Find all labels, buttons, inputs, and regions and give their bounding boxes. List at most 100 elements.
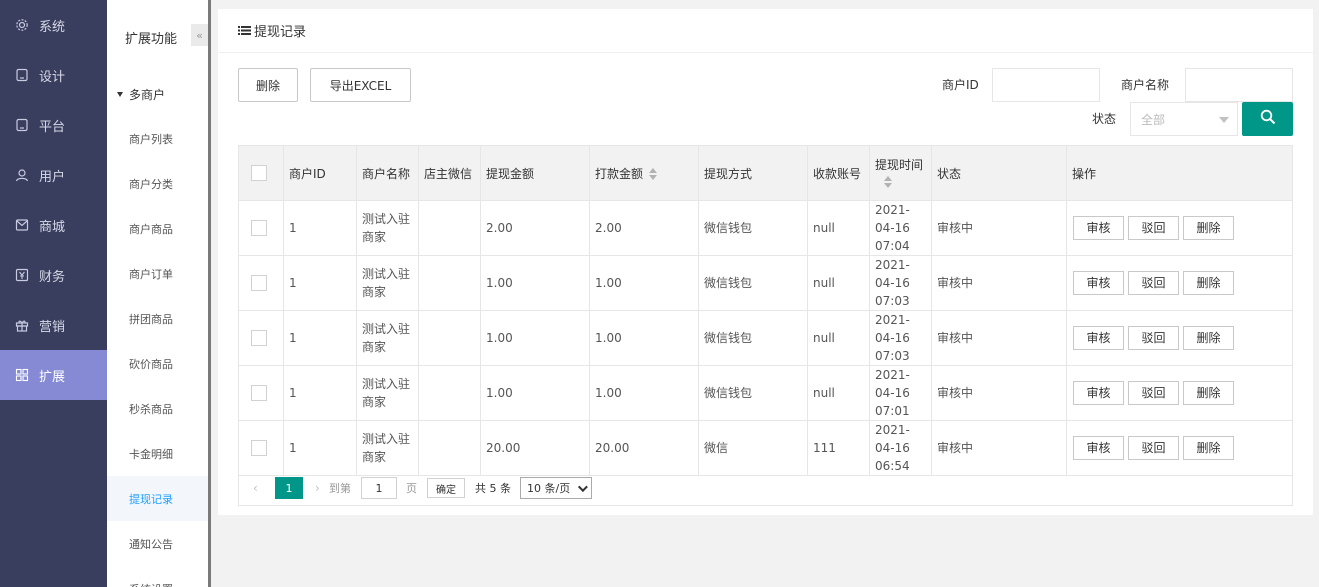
sidebar-item-extend[interactable]: 扩展: [0, 350, 107, 400]
row-checkbox[interactable]: [251, 220, 267, 236]
table-row: 1 测试入驻商家 20.00 20.00 微信 111 2021-04-16 0…: [238, 420, 1293, 476]
subnav-item-merchant-orders[interactable]: 商户订单: [107, 251, 208, 296]
sidebar-item-user[interactable]: 用户: [0, 150, 107, 200]
cell-paid-amount: 1.00: [589, 365, 699, 421]
merchant-name-input[interactable]: [1185, 68, 1293, 102]
cell-status: 审核中: [931, 255, 1067, 311]
cell-withdraw-time: 2021-04-16 07:01: [869, 365, 932, 421]
delete-button[interactable]: 删除: [238, 68, 298, 102]
cell-merchant-id: 1: [283, 365, 357, 421]
row-checkbox[interactable]: [251, 440, 267, 456]
row-checkbox-cell: [238, 420, 284, 476]
cell-withdraw-method: 微信钱包: [698, 365, 808, 421]
sidebar-item-system[interactable]: 系统: [0, 0, 107, 50]
chevron-right-icon[interactable]: ›: [315, 481, 329, 495]
subnav-item-group-buy[interactable]: 拼团商品: [107, 296, 208, 341]
approve-button[interactable]: 审核: [1073, 381, 1124, 405]
header-status: 状态: [931, 145, 1067, 201]
table-header-row: 商户ID 商户名称 店主微信 提现金额 打款金额 提现方式 收款账号 提现时间 …: [238, 145, 1293, 201]
search-button[interactable]: [1242, 102, 1293, 136]
subnav-item-flash-sale[interactable]: 秒杀商品: [107, 386, 208, 431]
sidebar-item-label: 用户: [39, 169, 66, 185]
chevron-left-icon[interactable]: ‹: [253, 481, 267, 495]
row-checkbox-cell: [238, 200, 284, 256]
subnav-item-merchant-goods[interactable]: 商户商品: [107, 206, 208, 251]
reject-button[interactable]: 驳回: [1128, 271, 1179, 295]
cell-withdraw-amount: 1.00: [480, 255, 590, 311]
cell-paid-amount: 20.00: [589, 420, 699, 476]
table-row: 1 测试入驻商家 2.00 2.00 微信钱包 null 2021-04-16 …: [238, 200, 1293, 256]
page-size-select[interactable]: 10 条/页: [520, 477, 593, 499]
header-actions: 操作: [1066, 145, 1293, 201]
merchant-name-label: 商户名称: [1121, 78, 1170, 92]
page-current[interactable]: 1: [275, 477, 303, 499]
subnav-group-multi-merchant[interactable]: 多商户: [117, 86, 165, 103]
search-icon: [1260, 109, 1276, 129]
row-checkbox[interactable]: [251, 385, 267, 401]
subnav-item-notice[interactable]: 通知公告: [107, 521, 208, 566]
approve-button[interactable]: 审核: [1073, 326, 1124, 350]
row-checkbox[interactable]: [251, 275, 267, 291]
header-withdraw-amount: 提现金额: [480, 145, 590, 201]
reject-button[interactable]: 驳回: [1128, 436, 1179, 460]
table-row: 1 测试入驻商家 1.00 1.00 微信钱包 null 2021-04-16 …: [238, 255, 1293, 311]
cell-withdraw-time: 2021-04-16 07:04: [869, 200, 932, 256]
row-delete-button[interactable]: 删除: [1183, 326, 1234, 350]
cell-withdraw-amount: 1.00: [480, 365, 590, 421]
row-delete-button[interactable]: 删除: [1183, 271, 1234, 295]
withdraw-table: 商户ID 商户名称 店主微信 提现金额 打款金额 提现方式 收款账号 提现时间 …: [238, 145, 1293, 476]
export-excel-button[interactable]: 导出EXCEL: [310, 68, 411, 102]
cell-merchant-id: 1: [283, 200, 357, 256]
header-checkbox-cell: [238, 145, 284, 201]
header-withdraw-time-cell[interactable]: 提现时间: [869, 145, 932, 201]
goto-page-input[interactable]: 1: [361, 477, 397, 499]
row-delete-button[interactable]: 删除: [1183, 216, 1234, 240]
cell-actions: 审核 驳回 删除: [1066, 365, 1293, 421]
cell-merchant-id: 1: [283, 255, 357, 311]
header-owner-wechat: 店主微信: [418, 145, 481, 201]
sort-icon[interactable]: [649, 168, 658, 180]
panel-divider[interactable]: [208, 0, 211, 587]
subnav-item-bargain[interactable]: 砍价商品: [107, 341, 208, 386]
approve-button[interactable]: 审核: [1073, 271, 1124, 295]
cell-actions: 审核 驳回 删除: [1066, 420, 1293, 476]
cell-withdraw-method: 微信: [698, 420, 808, 476]
reject-button[interactable]: 驳回: [1128, 326, 1179, 350]
sidebar-item-label: 商城: [39, 219, 66, 235]
approve-button[interactable]: 审核: [1073, 216, 1124, 240]
sidebar-item-design[interactable]: 设计: [0, 50, 107, 100]
sidebar-item-label: 扩展: [39, 369, 66, 385]
cell-merchant-name: 测试入驻商家: [356, 365, 419, 421]
sidebar-item-platform[interactable]: 平台: [0, 100, 107, 150]
cell-account: null: [807, 365, 870, 421]
subnav-item-settings[interactable]: 系统设置: [107, 566, 208, 587]
yen-icon: [15, 268, 29, 282]
list-icon: [238, 25, 251, 36]
sidebar-item-label: 财务: [39, 269, 66, 285]
merchant-id-input[interactable]: [992, 68, 1100, 102]
sidebar-item-marketing[interactable]: 营销: [0, 300, 107, 350]
subnav-item-merchant-list[interactable]: 商户列表: [107, 116, 208, 161]
grid-icon: [15, 368, 29, 382]
header-paid-amount-cell[interactable]: 打款金额: [589, 145, 699, 201]
sort-icon[interactable]: [884, 175, 892, 188]
subnav-item-merchant-category[interactable]: 商户分类: [107, 161, 208, 206]
row-checkbox[interactable]: [251, 330, 267, 346]
subnav-item-card-detail[interactable]: 卡金明细: [107, 431, 208, 476]
user-icon: [15, 168, 29, 182]
approve-button[interactable]: 审核: [1073, 436, 1124, 460]
reject-button[interactable]: 驳回: [1128, 216, 1179, 240]
select-all-checkbox[interactable]: [251, 165, 267, 181]
cell-withdraw-time: 2021-04-16 07:03: [869, 310, 932, 366]
cell-status: 审核中: [931, 420, 1067, 476]
cell-withdraw-method: 微信钱包: [698, 255, 808, 311]
row-delete-button[interactable]: 删除: [1183, 436, 1234, 460]
row-delete-button[interactable]: 删除: [1183, 381, 1234, 405]
subnav-item-withdraw-records[interactable]: 提现记录: [107, 476, 208, 521]
sidebar-item-mall[interactable]: 商城: [0, 200, 107, 250]
goto-confirm-button[interactable]: 确定: [427, 478, 465, 498]
sidebar-item-finance[interactable]: 财务: [0, 250, 107, 300]
collapse-sidebar-button[interactable]: «: [191, 24, 208, 46]
reject-button[interactable]: 驳回: [1128, 381, 1179, 405]
status-select[interactable]: 全部: [1130, 102, 1238, 136]
